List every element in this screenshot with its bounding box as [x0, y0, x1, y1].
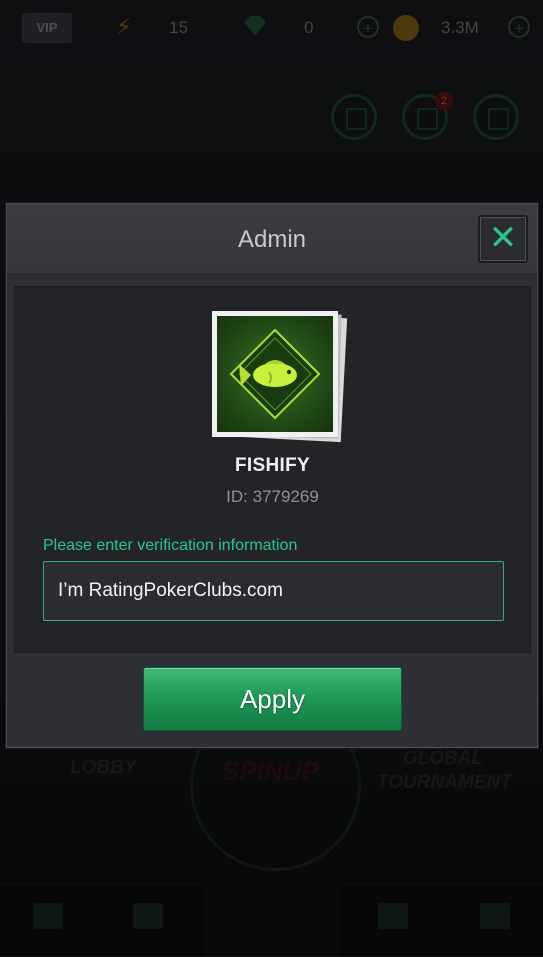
dialog-body: FISHIFY ID: 3779269 Please enter verific… [14, 286, 531, 653]
dialog-header: Admin ✕ [7, 204, 537, 275]
fish-diamond-icon [229, 328, 321, 420]
admin-dialog: Admin ✕ FISHIFY ID: 3779269 Please enter… [6, 203, 538, 748]
club-avatar [212, 311, 338, 437]
club-id: ID: 3779269 [226, 487, 319, 506]
verification-input[interactable]: I’m RatingPokerClubs.com [43, 561, 504, 621]
close-icon: ✕ [488, 219, 518, 257]
close-button[interactable]: ✕ [478, 215, 528, 263]
apply-button[interactable]: Apply [143, 667, 402, 731]
verification-label: Please enter verification information [43, 537, 298, 554]
club-name: FISHIFY [235, 455, 310, 476]
club-avatar-stack [212, 311, 348, 443]
dialog-title: Admin [237, 226, 307, 253]
